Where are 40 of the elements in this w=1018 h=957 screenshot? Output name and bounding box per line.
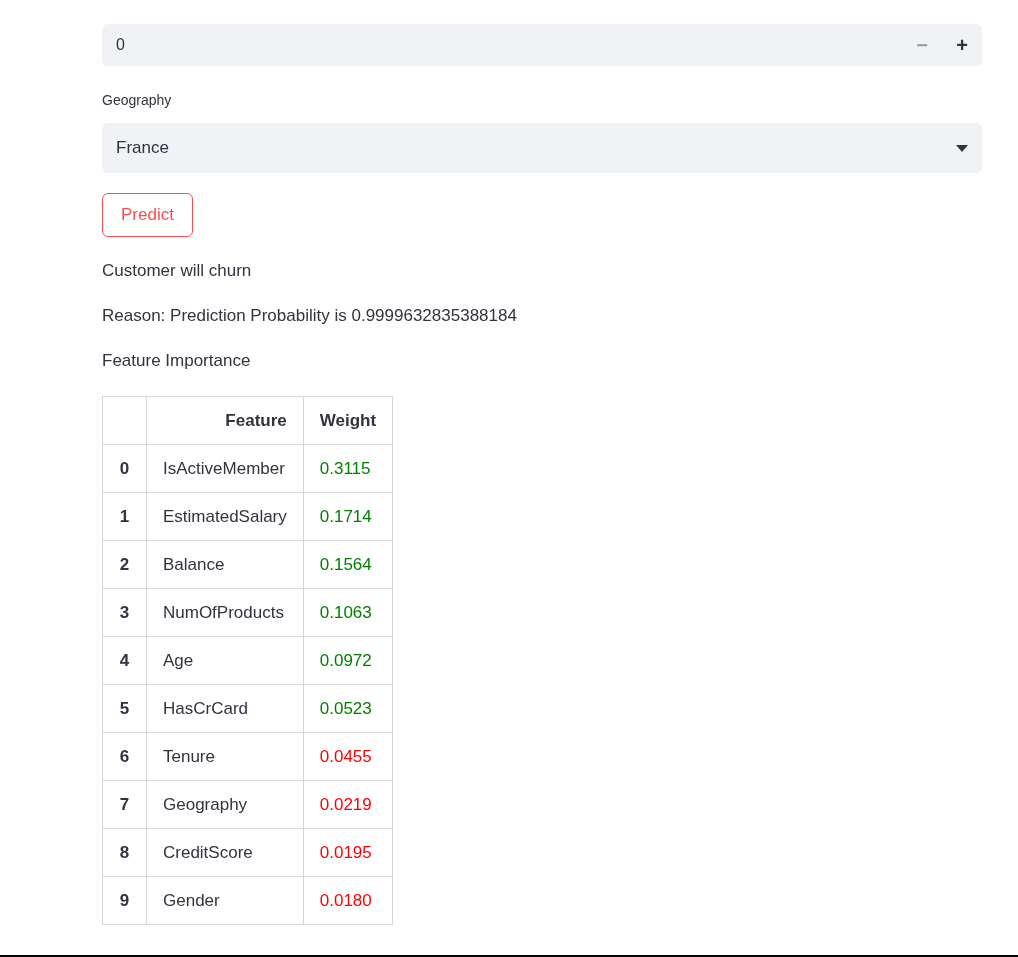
select-dropdown[interactable]: France bbox=[102, 123, 982, 173]
weight-cell: 0.0455 bbox=[303, 732, 393, 781]
result-text: Feature Importance bbox=[102, 350, 252, 372]
weight-cell: 0.0972 bbox=[303, 636, 393, 685]
table-cell: HasCrCard bbox=[146, 684, 304, 733]
result-text: Reason: Prediction Probability is 0.9999632835388184 bbox=[102, 305, 518, 327]
weight-cell: 0.0219 bbox=[303, 780, 393, 829]
row-index: 1 bbox=[102, 492, 147, 541]
column-header: Weight bbox=[303, 396, 393, 445]
row-index: 5 bbox=[102, 684, 147, 733]
row-index: 3 bbox=[102, 588, 147, 637]
increment-button[interactable]: + bbox=[942, 24, 982, 66]
row-index: 7 bbox=[102, 780, 147, 829]
weight-cell: 0.1063 bbox=[303, 588, 393, 637]
weight-cell: 0.3115 bbox=[303, 444, 393, 493]
field-label: Geography bbox=[102, 91, 173, 110]
row-index: 0 bbox=[102, 444, 147, 493]
table-cell: Age bbox=[146, 636, 304, 685]
table-cell: CreditScore bbox=[146, 828, 304, 877]
row-index: 9 bbox=[102, 876, 147, 925]
input-value: 0 bbox=[116, 35, 126, 55]
row-index: 2 bbox=[102, 540, 147, 589]
table-cell: NumOfProducts bbox=[146, 588, 304, 637]
column-header: Feature bbox=[146, 396, 304, 445]
table-cell: Balance bbox=[146, 540, 304, 589]
row-index: 8 bbox=[102, 828, 147, 877]
row-index: 4 bbox=[102, 636, 147, 685]
table-cell: EstimatedSalary bbox=[146, 492, 304, 541]
weight-cell: 0.1714 bbox=[303, 492, 393, 541]
weight-cell: 0.0523 bbox=[303, 684, 393, 733]
table-cell: Tenure bbox=[146, 732, 304, 781]
weight-cell: 0.0195 bbox=[303, 828, 393, 877]
result-text: Customer will churn bbox=[102, 260, 253, 282]
row-index: 6 bbox=[102, 732, 147, 781]
weight-cell: 0.1564 bbox=[303, 540, 393, 589]
table-cell: IsActiveMember bbox=[146, 444, 304, 493]
weight-cell: 0.0180 bbox=[303, 876, 393, 925]
table-cell: Geography bbox=[146, 780, 304, 829]
caret-down-icon bbox=[956, 144, 968, 152]
table-cell: Gender bbox=[146, 876, 304, 925]
